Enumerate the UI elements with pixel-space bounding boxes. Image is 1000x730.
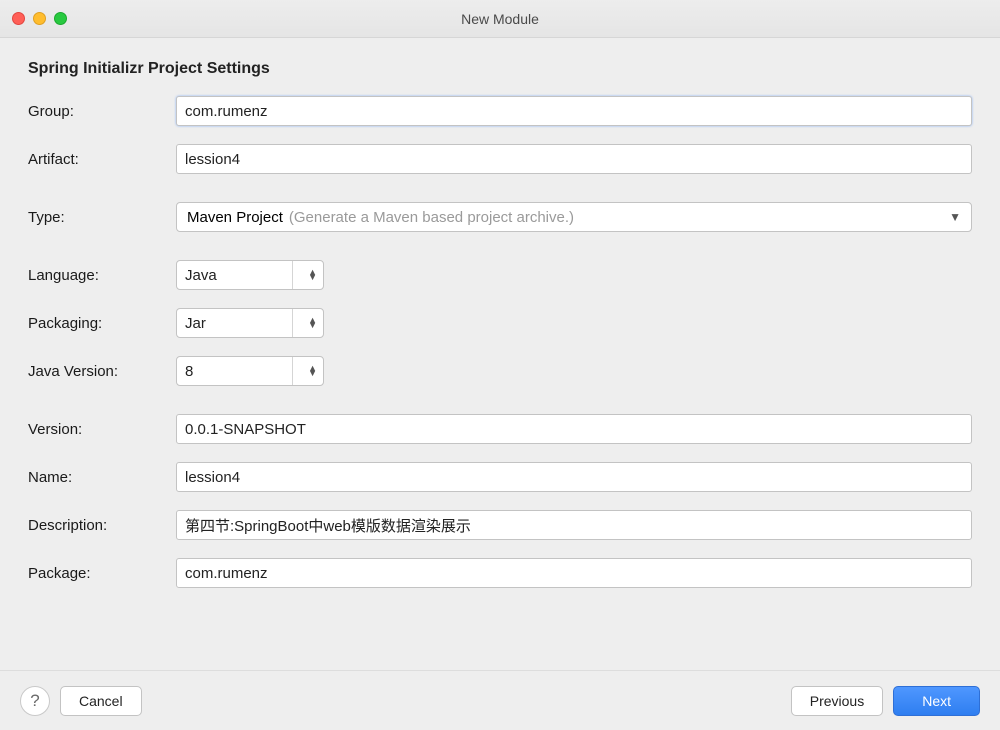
label-name: Name:	[28, 469, 176, 486]
artifact-input[interactable]	[176, 144, 972, 174]
type-hint: (Generate a Maven based project archive.…	[289, 209, 574, 226]
label-description: Description:	[28, 517, 176, 534]
minimize-icon[interactable]	[33, 12, 46, 25]
group-input[interactable]	[176, 96, 972, 126]
type-select[interactable]: Maven Project (Generate a Maven based pr…	[176, 202, 972, 232]
previous-button[interactable]: Previous	[791, 686, 883, 716]
label-artifact: Artifact:	[28, 151, 176, 168]
traffic-lights	[12, 12, 67, 25]
label-type: Type:	[28, 209, 176, 226]
window-title: New Module	[0, 11, 1000, 27]
label-language: Language:	[28, 267, 176, 284]
label-package: Package:	[28, 565, 176, 582]
language-value: Java	[185, 267, 217, 284]
updown-icon: ▲▼	[308, 366, 317, 376]
language-select[interactable]: Java ▲▼	[176, 260, 324, 290]
type-value: Maven Project	[187, 209, 283, 226]
close-icon[interactable]	[12, 12, 25, 25]
package-input[interactable]	[176, 558, 972, 588]
page-title: Spring Initializr Project Settings	[28, 60, 972, 78]
new-module-window: New Module Spring Initializr Project Set…	[0, 0, 1000, 730]
java-version-value: 8	[185, 363, 193, 380]
maximize-icon[interactable]	[54, 12, 67, 25]
java-version-select[interactable]: 8 ▲▼	[176, 356, 324, 386]
description-input[interactable]	[176, 510, 972, 540]
label-packaging: Packaging:	[28, 315, 176, 332]
updown-icon: ▲▼	[308, 318, 317, 328]
packaging-value: Jar	[185, 315, 206, 332]
label-version: Version:	[28, 421, 176, 438]
name-input[interactable]	[176, 462, 972, 492]
updown-icon: ▲▼	[308, 270, 317, 280]
help-button[interactable]: ?	[20, 686, 50, 716]
content-area: Spring Initializr Project Settings Group…	[0, 38, 1000, 670]
next-button[interactable]: Next	[893, 686, 980, 716]
footer: ? Cancel Previous Next	[0, 670, 1000, 730]
chevron-down-icon: ▼	[949, 210, 961, 224]
label-group: Group:	[28, 103, 176, 120]
cancel-button[interactable]: Cancel	[60, 686, 142, 716]
packaging-select[interactable]: Jar ▲▼	[176, 308, 324, 338]
titlebar: New Module	[0, 0, 1000, 38]
version-input[interactable]	[176, 414, 972, 444]
label-java-version: Java Version:	[28, 363, 176, 380]
